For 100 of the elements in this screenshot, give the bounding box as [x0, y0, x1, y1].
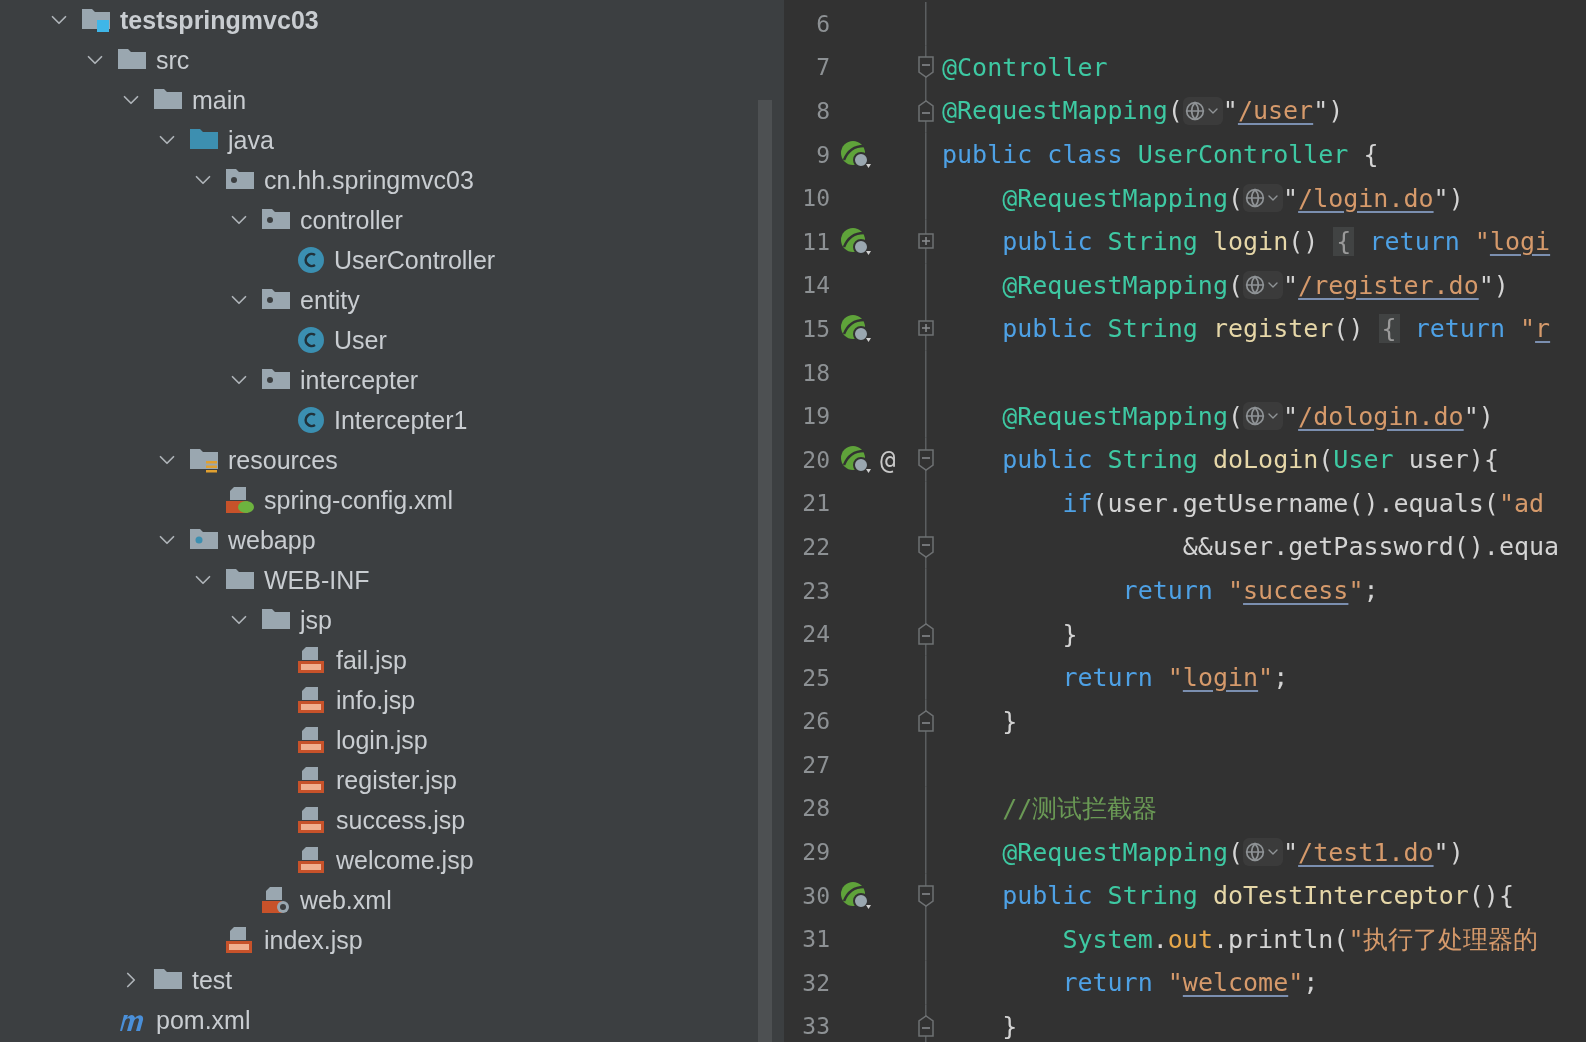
line-number: 15	[801, 315, 830, 342]
line-number: 11	[801, 228, 830, 255]
line-number: 10	[801, 185, 830, 212]
leaf-globe-icon[interactable]	[840, 880, 874, 911]
code-line: return "success";	[1121, 576, 1379, 605]
leaf-globe-icon[interactable]	[840, 444, 874, 475]
code-line: @RequestMapping( "/dologin.do")	[1001, 401, 1494, 431]
globe-icon	[1245, 842, 1266, 863]
fold-icon[interactable]	[917, 621, 935, 648]
globe-icon	[1245, 188, 1266, 209]
code-line: System.out.println("执行了处理器的	[1061, 923, 1539, 956]
fold-icon[interactable]	[917, 1013, 935, 1040]
tree-item[interactable]: register.jsp	[336, 765, 457, 795]
gutter-mark[interactable]: @	[880, 444, 896, 475]
tree-item[interactable]: fail.jsp	[336, 645, 407, 675]
code-line: @RequestMapping( "/test1.do")	[1001, 837, 1464, 867]
fold-icon[interactable]	[917, 446, 935, 473]
tree-item[interactable]: pom.xml	[156, 1005, 251, 1035]
code-line: //测试拦截器	[1001, 793, 1158, 825]
line-number: 18	[801, 359, 830, 386]
url-options-chip[interactable]	[1243, 184, 1284, 213]
code-line: public String doLogin(User user){	[1001, 445, 1499, 475]
line-number: 9	[815, 141, 830, 168]
line-number: 28	[801, 795, 830, 822]
url-options-chip[interactable]	[1182, 97, 1223, 125]
tree-item[interactable]: java	[228, 125, 274, 155]
globe-icon	[1245, 275, 1266, 296]
tree-item[interactable]: WEB-INF	[264, 565, 370, 595]
line-number: 19	[801, 403, 830, 430]
line-number: 32	[801, 969, 830, 996]
tree-item[interactable]: welcome.jsp	[336, 845, 474, 875]
code-line: return "welcome";	[1061, 968, 1319, 998]
url-options-chip[interactable]	[1243, 838, 1284, 867]
line-number: 6	[815, 10, 830, 37]
tree-item[interactable]: login.jsp	[336, 725, 428, 755]
tree-item[interactable]: User	[334, 325, 387, 355]
class-icon	[296, 405, 326, 435]
line-number: 14	[801, 272, 830, 299]
line-number: 30	[801, 882, 830, 909]
tree-item[interactable]: entity	[300, 285, 360, 315]
line-number: 22	[801, 533, 830, 560]
tree-item[interactable]: index.jsp	[264, 925, 363, 955]
code-line: }	[1001, 706, 1018, 736]
leaf-globe-icon[interactable]	[840, 226, 874, 257]
tree-item[interactable]: resources	[228, 445, 338, 475]
tree-item[interactable]: test	[192, 965, 233, 995]
xml-file-icon	[260, 885, 292, 915]
line-number: 25	[801, 664, 830, 691]
line-number: 26	[801, 708, 830, 735]
url-options-chip[interactable]	[1243, 402, 1284, 431]
code-line: return "login";	[1061, 663, 1289, 693]
tree-item[interactable]: spring-config.xml	[264, 485, 453, 515]
line-number: 7	[815, 54, 830, 81]
spring-xml-file-icon	[224, 485, 256, 515]
class-icon	[296, 245, 326, 275]
line-number: 21	[801, 490, 830, 517]
url-options-chip[interactable]	[1243, 271, 1284, 300]
line-number: 31	[801, 926, 830, 953]
code-line: @RequestMapping( "/register.do")	[1001, 270, 1509, 300]
tree-item[interactable]: main	[192, 85, 247, 115]
code-line: @RequestMapping( "/login.do")	[1001, 183, 1464, 213]
line-number: 27	[801, 751, 830, 778]
line-number: 24	[801, 621, 830, 648]
fold-icon[interactable]	[917, 54, 935, 81]
fold-icon[interactable]	[917, 882, 935, 909]
code-line: }	[1001, 1011, 1018, 1041]
code-line: public String login() { return "logi	[1001, 227, 1551, 257]
code-line: if(user.getUsername().equals("ad	[1061, 488, 1545, 518]
class-icon	[296, 325, 326, 355]
fold-icon[interactable]	[917, 708, 935, 735]
tree-item[interactable]: success.jsp	[336, 805, 466, 835]
line-number: 29	[801, 839, 830, 866]
tree-item[interactable]: cn.hh.springmvc03	[264, 165, 474, 195]
tree-item[interactable]: jsp	[300, 605, 332, 635]
code-line: @RequestMapping( "/user")	[941, 96, 1344, 126]
line-number: 8	[815, 98, 830, 124]
leaf-globe-icon[interactable]	[840, 313, 874, 344]
tree-item[interactable]: src	[156, 45, 190, 75]
tree-item[interactable]: testspringmvc03	[120, 5, 319, 35]
code-line: public String doTestInterceptor(){	[1001, 881, 1514, 911]
tree-item[interactable]: UserController	[334, 245, 496, 275]
fold-icon[interactable]	[917, 533, 935, 560]
globe-icon	[1184, 101, 1205, 121]
tree-item[interactable]: info.jsp	[336, 685, 416, 715]
leaf-globe-icon[interactable]	[840, 139, 874, 170]
code-line: @Controller	[941, 52, 1108, 82]
tree-item[interactable]: web.xml	[300, 885, 392, 915]
line-number: 33	[801, 1013, 830, 1040]
tree-item[interactable]: controller	[300, 205, 403, 235]
fold-icon[interactable]	[917, 98, 935, 124]
code-line: public String register() { return "r	[1001, 314, 1551, 344]
tree-item[interactable]: Intercepter1	[334, 405, 468, 435]
code-line: }	[1061, 619, 1078, 649]
code-line: public class UserController {	[941, 140, 1379, 170]
tree-item[interactable]: intercepter	[300, 365, 419, 395]
code-line: &&user.getPassword().equa	[1181, 532, 1560, 562]
globe-icon	[1245, 406, 1266, 427]
tree-item[interactable]: webapp	[228, 525, 316, 555]
line-number: 20	[801, 446, 830, 473]
line-number: 23	[801, 577, 830, 604]
